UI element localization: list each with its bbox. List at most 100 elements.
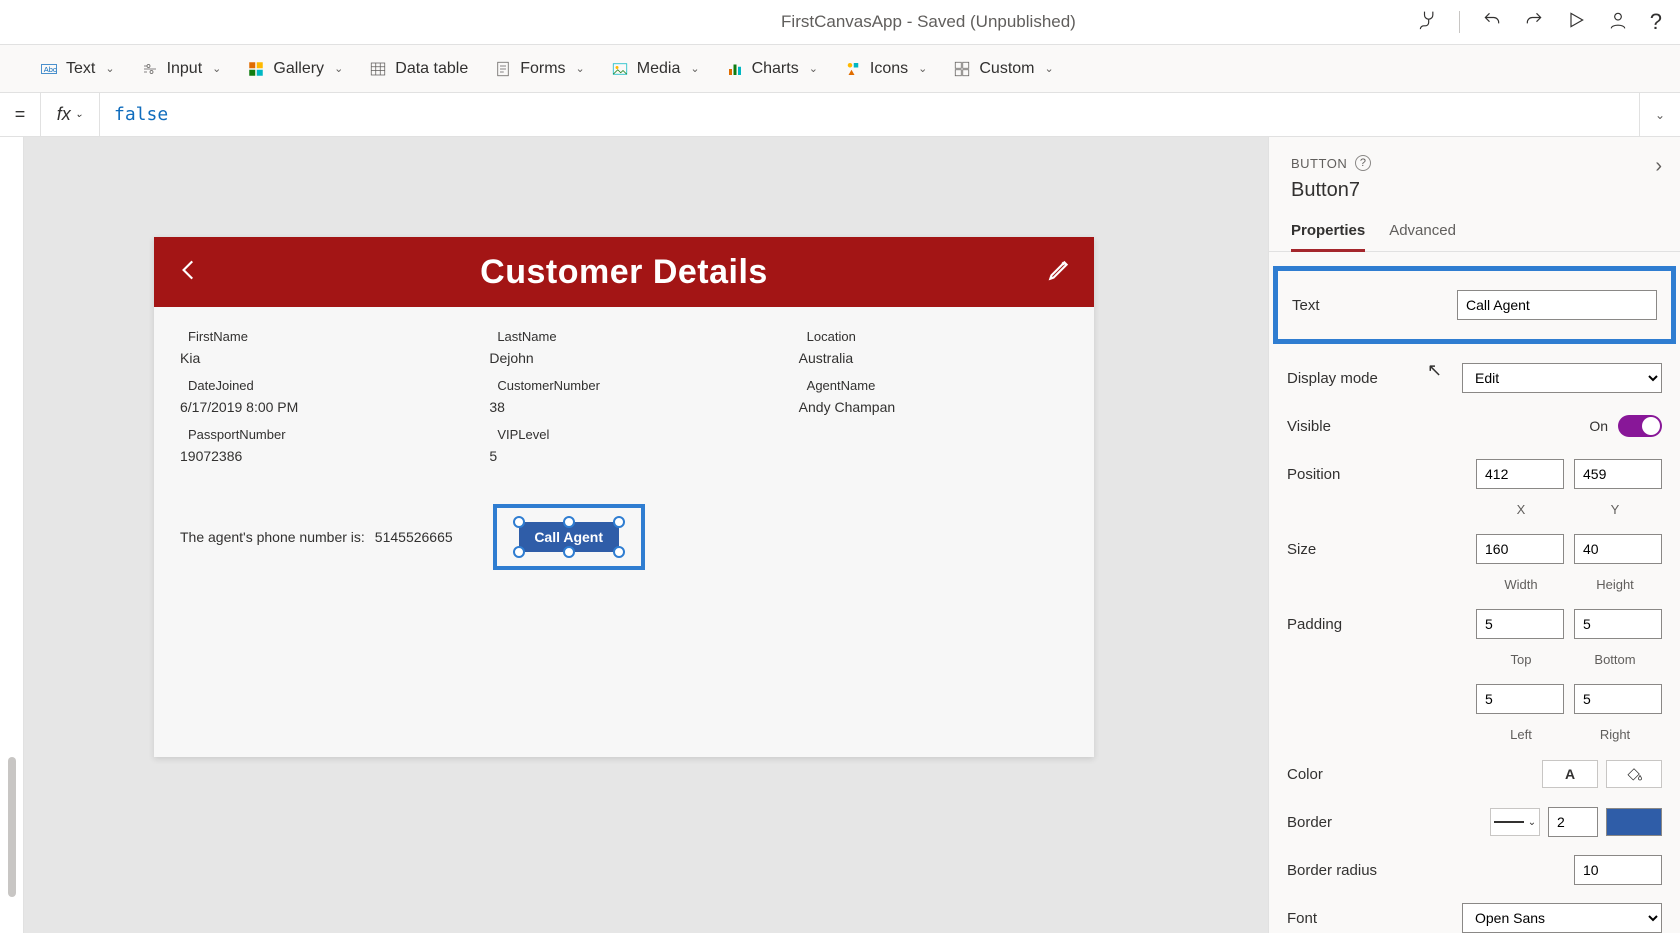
prop-position-x-input[interactable] [1476, 459, 1564, 489]
input-icon [141, 60, 159, 78]
edit-icon[interactable] [1046, 257, 1072, 288]
border-radius-input[interactable] [1574, 855, 1662, 885]
formula-fx-dropdown[interactable]: fx⌄ [40, 93, 100, 136]
user-icon[interactable] [1608, 10, 1628, 35]
app-title: FirstCanvasApp - Saved (Unpublished) [781, 12, 1076, 32]
ribbon-gallery[interactable]: Gallery⌄ [247, 60, 343, 78]
selected-control-frame[interactable]: Call Agent [493, 504, 645, 570]
datatable-icon [369, 60, 387, 78]
prop-pad-top-input[interactable] [1476, 609, 1564, 639]
prop-position-y-input[interactable] [1574, 459, 1662, 489]
ribbon-charts[interactable]: Charts⌄ [726, 60, 818, 78]
ribbon-input[interactable]: Input⌄ [141, 60, 222, 78]
prop-height-input[interactable] [1574, 534, 1662, 564]
tab-properties[interactable]: Properties [1291, 222, 1365, 252]
formula-bar: = fx⌄ false ⌄ [0, 93, 1680, 137]
prop-pad-left-input[interactable] [1476, 684, 1564, 714]
insert-ribbon: Abc Text⌄ Input⌄ Gallery⌄ Data table For… [0, 45, 1680, 93]
prop-size-label: Size [1287, 541, 1316, 558]
canvas-area[interactable]: Customer Details FirstName Kia LastName De… [24, 137, 1268, 933]
charts-icon [726, 60, 744, 78]
highlighted-text-row: Text [1273, 266, 1676, 344]
collapse-panel-icon[interactable]: › [1655, 155, 1662, 178]
prop-visible-toggle[interactable] [1618, 415, 1662, 437]
prop-pad-bottom-input[interactable] [1574, 609, 1662, 639]
gallery-icon [247, 60, 265, 78]
prop-color-label: Color [1287, 766, 1323, 783]
prop-text-input[interactable] [1457, 290, 1657, 320]
prop-font-label: Font [1287, 910, 1317, 927]
prop-visible-state: On [1589, 418, 1608, 434]
prop-text-label: Text [1292, 297, 1320, 314]
prop-width-input[interactable] [1476, 534, 1564, 564]
formula-equals: = [0, 104, 40, 125]
bucket-icon [1625, 765, 1643, 783]
border-thickness-input[interactable] [1548, 807, 1598, 837]
field-label: DateJoined [188, 378, 449, 393]
fill-color-button[interactable] [1606, 760, 1662, 788]
control-name: Button7 [1291, 179, 1658, 202]
forms-icon [494, 60, 512, 78]
field-label: PassportNumber [188, 427, 449, 442]
cursor-icon: ↖ [1427, 360, 1442, 381]
field-value: 38 [489, 399, 758, 415]
prop-displaymode-label: Display mode [1287, 370, 1378, 387]
help-badge-icon[interactable]: ? [1355, 155, 1371, 171]
prop-position-label: Position [1287, 466, 1340, 483]
prop-pad-right-input[interactable] [1574, 684, 1662, 714]
screen-title: Customer Details [202, 253, 1046, 292]
title-actions: ? [1417, 9, 1662, 35]
border-color-swatch[interactable] [1606, 808, 1662, 836]
formula-expand-icon[interactable]: ⌄ [1640, 108, 1680, 122]
ribbon-custom[interactable]: Custom⌄ [953, 60, 1053, 78]
agent-phone-line: The agent's phone number is: 5145526665 … [154, 464, 1094, 570]
field-label: FirstName [188, 329, 449, 344]
health-icon[interactable] [1417, 10, 1437, 35]
field-label: VIPLevel [497, 427, 758, 442]
prop-borderradius-label: Border radius [1287, 862, 1377, 879]
field-label: LastName [497, 329, 758, 344]
resize-handle[interactable] [563, 516, 575, 528]
field-value: Kia [180, 350, 449, 366]
back-icon[interactable] [176, 257, 202, 288]
resize-handle[interactable] [563, 546, 575, 558]
field-label: AgentName [807, 378, 1068, 393]
left-nav-rail [0, 137, 24, 933]
agent-phone-value: 5145526665 [375, 529, 453, 545]
resize-handle[interactable] [613, 546, 625, 558]
undo-icon[interactable] [1482, 10, 1502, 35]
field-value: Dejohn [489, 350, 758, 366]
formula-input[interactable]: false [100, 93, 1640, 136]
resize-handle[interactable] [513, 516, 525, 528]
field-label: CustomerNumber [497, 378, 758, 393]
ribbon-text[interactable]: Abc Text⌄ [40, 60, 115, 78]
app-screen: Customer Details FirstName Kia LastName De… [154, 237, 1094, 757]
prop-padding-label: Padding [1287, 616, 1342, 633]
agent-phone-prefix: The agent's phone number is: [180, 529, 365, 545]
properties-panel: BUTTON ? Button7 › Properties Advanced T… [1268, 137, 1680, 933]
border-style-button[interactable]: ⌄ [1490, 808, 1540, 836]
scrollbar-thumb[interactable] [8, 757, 16, 897]
field-value: 6/17/2019 8:00 PM [180, 399, 449, 415]
tab-advanced[interactable]: Advanced [1389, 222, 1456, 251]
icons-icon [844, 60, 862, 78]
ribbon-media[interactable]: Media⌄ [611, 60, 700, 78]
prop-displaymode-select[interactable]: Edit [1462, 363, 1662, 393]
resize-handle[interactable] [513, 546, 525, 558]
panel-tabs: Properties Advanced [1269, 212, 1680, 252]
media-icon [611, 60, 629, 78]
redo-icon[interactable] [1524, 10, 1544, 35]
separator [1459, 11, 1460, 33]
font-select[interactable]: Open Sans [1462, 903, 1662, 933]
screen-header: Customer Details [154, 237, 1094, 307]
detail-fields: FirstNameKia LastNameDejohn LocationAust… [154, 307, 1094, 464]
field-value: Australia [799, 350, 1068, 366]
font-color-button[interactable]: A [1542, 760, 1598, 788]
field-value: Andy Champan [799, 399, 1068, 415]
ribbon-forms[interactable]: Forms⌄ [494, 60, 585, 78]
ribbon-icons[interactable]: Icons⌄ [844, 60, 927, 78]
play-icon[interactable] [1566, 10, 1586, 35]
ribbon-datatable[interactable]: Data table [369, 60, 468, 78]
resize-handle[interactable] [613, 516, 625, 528]
help-icon[interactable]: ? [1650, 9, 1662, 35]
